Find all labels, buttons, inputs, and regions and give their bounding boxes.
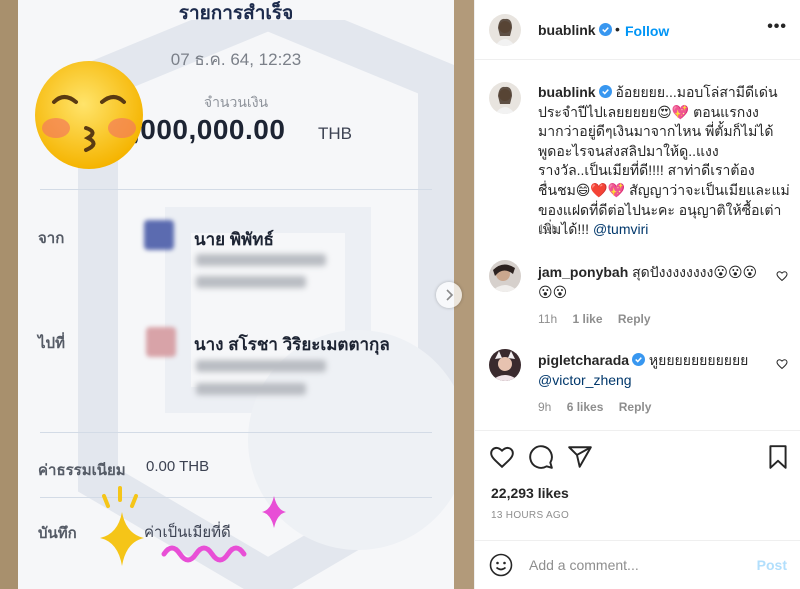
comment-reply-button[interactable]: Reply [619, 400, 652, 414]
caption-avatar[interactable] [489, 82, 521, 114]
comment-item: pigletcharada หูยยยยยยยยยยย @victor_zhen… [538, 351, 760, 390]
slip-to-label: ไปที่ [38, 335, 65, 352]
add-comment-bar: Post [475, 540, 800, 589]
slip-title: รายการสำเร็จ [178, 3, 294, 24]
action-bar [475, 430, 800, 480]
slip-to-name: นาง สโรชา วิริยะเมตตากุล [194, 335, 390, 354]
comment-age[interactable]: 11h [538, 312, 557, 326]
save-bookmark-icon[interactable] [765, 444, 791, 470]
separator-dot: • [615, 21, 620, 37]
sender-bank-icon [144, 220, 174, 250]
comment-likes[interactable]: 6 likes [567, 400, 604, 414]
comment-username[interactable]: jam_ponybah [538, 264, 628, 280]
emoji-smile-icon[interactable] [489, 553, 513, 577]
slip-divider [40, 189, 432, 190]
like-heart-icon[interactable] [489, 444, 515, 470]
post-sidebar: buablink • Follow ••• buablink อ้อยยยย..… [474, 0, 800, 589]
verified-badge-icon [598, 85, 612, 98]
chevron-right-icon [446, 289, 454, 301]
caption-age[interactable]: 13h [538, 222, 558, 236]
commenter-avatar[interactable] [489, 260, 521, 292]
comment-meta: 11h 1 like Reply [538, 312, 651, 326]
author-username[interactable]: buablink [538, 22, 612, 38]
add-comment-input[interactable] [529, 553, 739, 577]
comment-like-heart-icon[interactable] [776, 270, 788, 282]
slip-from-name: นาย พิพัทธ์ [194, 230, 274, 249]
author-avatar[interactable] [489, 14, 521, 46]
post-header: buablink • Follow ••• [475, 0, 800, 60]
verified-badge-icon [598, 23, 612, 36]
kissing-face-emoji-icon [35, 61, 143, 169]
slip-fee-value: 0.00 THB [146, 458, 210, 475]
receiver-bank-redacted [196, 383, 306, 395]
comment-reply-button[interactable]: Reply [618, 312, 651, 326]
slip-fee-label: ค่าธรรมเนียม [38, 462, 126, 479]
post-comment-button[interactable]: Post [757, 557, 787, 573]
caption-mention-link[interactable]: @tumviri [593, 221, 648, 237]
comment-username[interactable]: pigletcharada [538, 352, 646, 368]
verified-badge-icon [632, 353, 646, 366]
likes-count[interactable]: 22,293 likes [491, 485, 569, 501]
comment-text: หูยยยยยยยยยยย [648, 352, 749, 368]
receiver-bank-icon [146, 327, 176, 357]
post-media[interactable]: รายการสำเร็จ 07 ธ.ค. 64, 12:23 จำนวนเงิน… [0, 0, 474, 589]
follow-button[interactable]: Follow [625, 23, 669, 39]
comment-like-heart-icon[interactable] [776, 358, 788, 370]
slip-divider [40, 432, 432, 433]
comment-bubble-icon[interactable] [528, 444, 554, 470]
comment-likes[interactable]: 1 like [572, 312, 602, 326]
slip-from-label: จาก [38, 230, 65, 247]
comment-mention-link[interactable]: @victor_zheng [538, 372, 632, 388]
commenter-avatar[interactable] [489, 349, 521, 381]
slip-currency: THB [318, 124, 352, 143]
receiver-account-redacted [196, 360, 326, 372]
sender-bank-redacted [196, 276, 306, 288]
post-caption: buablink อ้อยยยย...มอบโล่สามีดีเด่นประจำ… [538, 83, 790, 240]
share-paper-plane-icon[interactable] [567, 444, 593, 470]
caption-username[interactable]: buablink [538, 84, 612, 100]
comment-age[interactable]: 9h [538, 400, 551, 414]
sparkle-doodle-icon [100, 486, 286, 566]
post-timestamp[interactable]: 13 HOURS AGO [491, 510, 569, 521]
comment-meta: 9h 6 likes Reply [538, 400, 651, 414]
caption-text: อ้อยยยย...มอบโล่สามีดีเด่นประจำปีไปเลยยย… [538, 84, 790, 238]
comment-item: jam_ponybah สุดปังงงงงงงง😮😮😮😮😮 [538, 263, 760, 302]
slip-amount: ,000,000.00 [132, 114, 286, 145]
media-border [0, 0, 18, 589]
sender-account-redacted [196, 254, 326, 266]
slip-note-label: บันทึก [38, 525, 77, 542]
more-options-button[interactable]: ••• [767, 18, 787, 36]
next-slide-button[interactable] [436, 282, 462, 308]
